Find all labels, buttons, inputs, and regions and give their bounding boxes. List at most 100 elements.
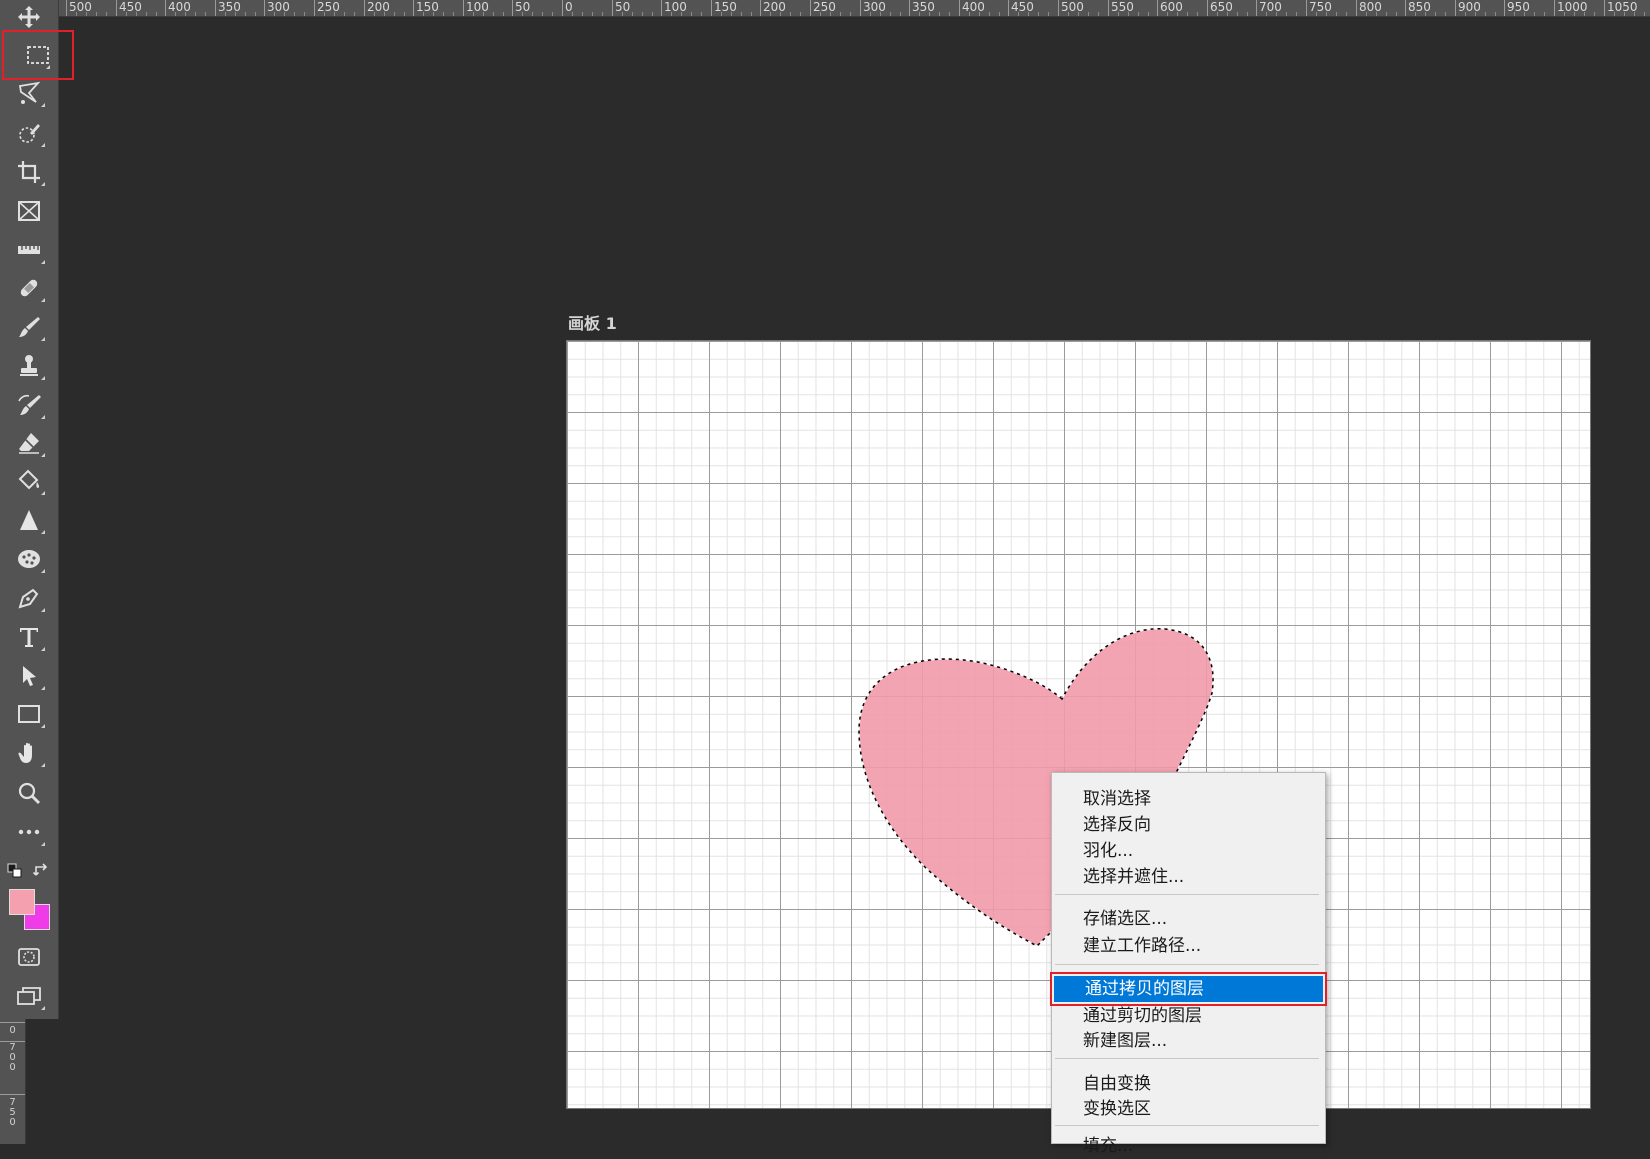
healing-brush-tool[interactable] [9, 271, 49, 305]
quick-mask-button[interactable] [9, 940, 49, 974]
ruler-tick [165, 0, 166, 16]
hand-tool[interactable] [9, 736, 49, 770]
type-tool[interactable] [9, 620, 49, 654]
brush-tool[interactable] [9, 310, 49, 344]
ruler-label: 700 [1259, 0, 1282, 14]
history-brush-tool[interactable] [9, 388, 49, 422]
ruler-minor-tick [900, 12, 901, 16]
artboard-label[interactable]: 画板 1 [568, 310, 617, 334]
ruler-tick [1058, 0, 1059, 16]
ruler-tick [463, 0, 464, 16]
move-tool[interactable] [9, 0, 49, 34]
pen-tool[interactable] [9, 581, 49, 615]
ruler-minor-tick [1167, 12, 1168, 16]
menu-item-transform-selection[interactable]: 变换选区 [1052, 1096, 1325, 1122]
menu-item-free-transform[interactable]: 自由变换 [1052, 1071, 1325, 1097]
crop-tool[interactable] [9, 155, 49, 189]
menu-item-feather[interactable]: 羽化... [1052, 838, 1325, 864]
ruler-minor-tick [1098, 12, 1099, 16]
frame-icon [18, 201, 40, 221]
menu-item-new-layer[interactable]: 新建图层... [1052, 1028, 1325, 1054]
context-menu: 取消选择 选择反向 羽化... 选择并遮住... 存储选区... 建立工作路径.… [1050, 772, 1327, 1156]
arrow-pointer-icon [23, 666, 36, 686]
ruler-label: 950 [1507, 0, 1530, 14]
menu-item-layer-via-copy[interactable]: 通过拷贝的图层 [1050, 972, 1327, 1006]
rectangle-icon [18, 705, 40, 723]
clone-stamp-tool[interactable] [9, 349, 49, 383]
ruler-minor-tick [1038, 12, 1039, 16]
ruler-label: 250 [813, 0, 836, 14]
ruler-minor-tick [1634, 12, 1635, 16]
ruler-minor-tick [1088, 12, 1089, 16]
ruler-label: 300 [267, 0, 290, 14]
menu-item-select-and-mask[interactable]: 选择并遮住... [1052, 864, 1325, 890]
ruler-minor-tick [1078, 12, 1079, 16]
ruler-label: 150 [714, 0, 737, 14]
zoom-tool[interactable] [9, 776, 49, 810]
ruler-tick [909, 0, 910, 16]
ruler-tick [215, 0, 216, 16]
ruler-tick [1306, 0, 1307, 16]
ruler-minor-tick [602, 12, 603, 16]
lasso-tool[interactable] [9, 76, 49, 110]
sponge-icon [18, 550, 40, 568]
ruler-minor-tick [1564, 12, 1565, 16]
submenu-indicator [41, 298, 45, 302]
menu-item-make-work-path[interactable]: 建立工作路径... [1052, 933, 1325, 959]
menu-item-select-inverse[interactable]: 选择反向 [1052, 812, 1325, 838]
rectangle-tool[interactable] [9, 697, 49, 731]
ruler-minor-tick [1544, 12, 1545, 16]
ruler-tool[interactable] [9, 233, 49, 267]
ruler-tick [314, 0, 315, 16]
crop-icon [18, 161, 40, 183]
ruler-minor-tick [731, 12, 732, 16]
ruler-minor-tick [344, 12, 345, 16]
ruler-minor-tick [999, 12, 1000, 16]
quick-selection-tool[interactable] [9, 116, 49, 150]
ruler-minor-tick [721, 12, 722, 16]
ruler-minor-tick [1326, 12, 1327, 16]
frame-tool[interactable] [9, 194, 49, 228]
ruler-minor-tick [582, 12, 583, 16]
menu-item-save-selection[interactable]: 存储选区... [1052, 906, 1325, 932]
ruler-tick [116, 0, 117, 16]
foreground-color-swatch[interactable] [9, 889, 35, 915]
ruler-icon [18, 246, 40, 254]
paint-bucket-tool[interactable] [9, 464, 49, 498]
ruler-label: 500 [69, 0, 92, 14]
ruler-minor-tick [1415, 12, 1416, 16]
ruler-label: 0 [9, 1025, 16, 1036]
ruler-minor-tick [1247, 12, 1248, 16]
swap-colors-button[interactable] [32, 862, 51, 880]
quick-selection-icon [19, 124, 40, 143]
ruler-minor-tick [800, 12, 801, 16]
default-colors-button[interactable] [7, 863, 23, 879]
ruler-tick [661, 0, 662, 16]
ruler-minor-tick [701, 12, 702, 16]
ruler-minor-tick [384, 12, 385, 16]
sponge-tool[interactable] [9, 542, 49, 576]
submenu-indicator [41, 143, 45, 147]
ruler-minor-tick [919, 12, 920, 16]
ruler-minor-tick [1266, 12, 1267, 16]
rectangular-marquee-tool[interactable] [2, 30, 74, 80]
menu-item-deselect[interactable]: 取消选择 [1052, 786, 1325, 812]
ruler-tick [860, 0, 861, 16]
ruler-minor-tick [1485, 12, 1486, 16]
ruler-minor-tick [404, 12, 405, 16]
ruler-tick [1554, 0, 1555, 16]
menu-item-layer-via-cut[interactable]: 通过剪切的图层 [1052, 1003, 1325, 1029]
horizontal-ruler[interactable]: 500 450 400 350 300 250 200 150 100 50 0 50 100 150 20… [0, 0, 1650, 17]
sharpen-tool[interactable] [9, 503, 49, 537]
edit-toolbar-button[interactable] [9, 815, 49, 849]
menu-item-fill[interactable]: 填充... [1052, 1133, 1325, 1159]
ruler-tick [1504, 0, 1505, 16]
eraser-tool[interactable] [9, 426, 49, 460]
ruler-label: 700 [9, 1042, 16, 1073]
submenu-indicator [41, 686, 45, 690]
screen-mode-button[interactable] [9, 979, 49, 1013]
ruler-minor-tick [334, 12, 335, 16]
menu-separator [1055, 964, 1319, 965]
ruler-label: 100 [466, 0, 489, 14]
path-selection-tool[interactable] [9, 659, 49, 693]
